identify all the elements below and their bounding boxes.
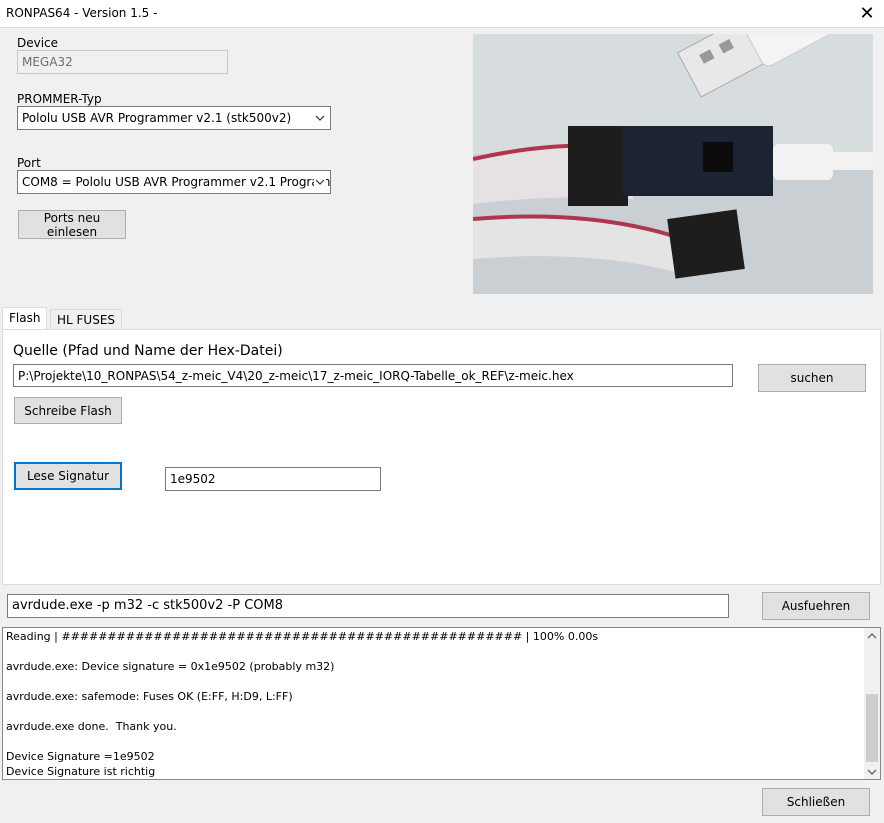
ports-refresh-button[interactable]: Ports neu einlesen bbox=[18, 210, 126, 239]
write-flash-button[interactable]: Schreibe Flash bbox=[14, 397, 122, 424]
close-icon[interactable]: ✕ bbox=[850, 0, 884, 28]
source-label: Quelle (Pfad und Name der Hex-Datei) bbox=[13, 343, 283, 359]
log-line: Reading | ##############################… bbox=[6, 630, 599, 643]
programmer-photo bbox=[473, 34, 873, 294]
close-button[interactable]: Schließen bbox=[762, 788, 870, 816]
log-line: avrdude.exe: safemode: Fuses OK (E:FF, H… bbox=[6, 690, 293, 703]
hex-path-input[interactable]: P:\Projekte\10_RONPAS\54_z-meic_V4\20_z-… bbox=[13, 364, 733, 387]
execute-button[interactable]: Ausfuehren bbox=[762, 592, 870, 620]
port-select-value: COM8 = Pololu USB AVR Programmer v2.1 Pr… bbox=[22, 175, 331, 189]
device-label: Device bbox=[17, 36, 59, 50]
signature-field[interactable]: 1e9502 bbox=[165, 467, 381, 491]
log-line: avrdude.exe: Device signature = 0x1e9502… bbox=[6, 660, 335, 673]
tab-flash[interactable]: Flash bbox=[2, 307, 48, 329]
chevron-down-icon bbox=[315, 115, 325, 121]
scroll-up-icon[interactable] bbox=[866, 630, 878, 642]
prommer-select-value: Pololu USB AVR Programmer v2.1 (stk500v2… bbox=[22, 111, 292, 125]
log-line: Device Signature ist richtig bbox=[6, 765, 156, 778]
log-line: Device Signature =1e9502 bbox=[6, 750, 155, 763]
device-field: MEGA32 bbox=[17, 50, 228, 74]
chevron-down-icon bbox=[314, 174, 326, 190]
window-title: RONPAS64 - Version 1.5 - bbox=[6, 6, 158, 20]
command-input[interactable]: avrdude.exe -p m32 -c stk500v2 -P COM8 bbox=[7, 594, 729, 618]
read-signature-button[interactable]: Lese Signatur bbox=[14, 462, 122, 490]
log-scrollbar-thumb[interactable] bbox=[866, 694, 878, 762]
port-select[interactable]: COM8 = Pololu USB AVR Programmer v2.1 Pr… bbox=[17, 170, 331, 194]
log-output[interactable]: Reading | ##############################… bbox=[2, 627, 881, 780]
log-line: avrdude.exe done. Thank you. bbox=[6, 720, 177, 733]
tab-hl-fuses[interactable]: HL FUSES bbox=[50, 309, 123, 330]
scroll-down-icon[interactable] bbox=[866, 766, 878, 778]
port-label: Port bbox=[17, 156, 41, 170]
search-button[interactable]: suchen bbox=[758, 364, 866, 392]
prommer-select[interactable]: Pololu USB AVR Programmer v2.1 (stk500v2… bbox=[17, 106, 331, 130]
prommer-label: PROMMER-Typ bbox=[17, 92, 102, 106]
